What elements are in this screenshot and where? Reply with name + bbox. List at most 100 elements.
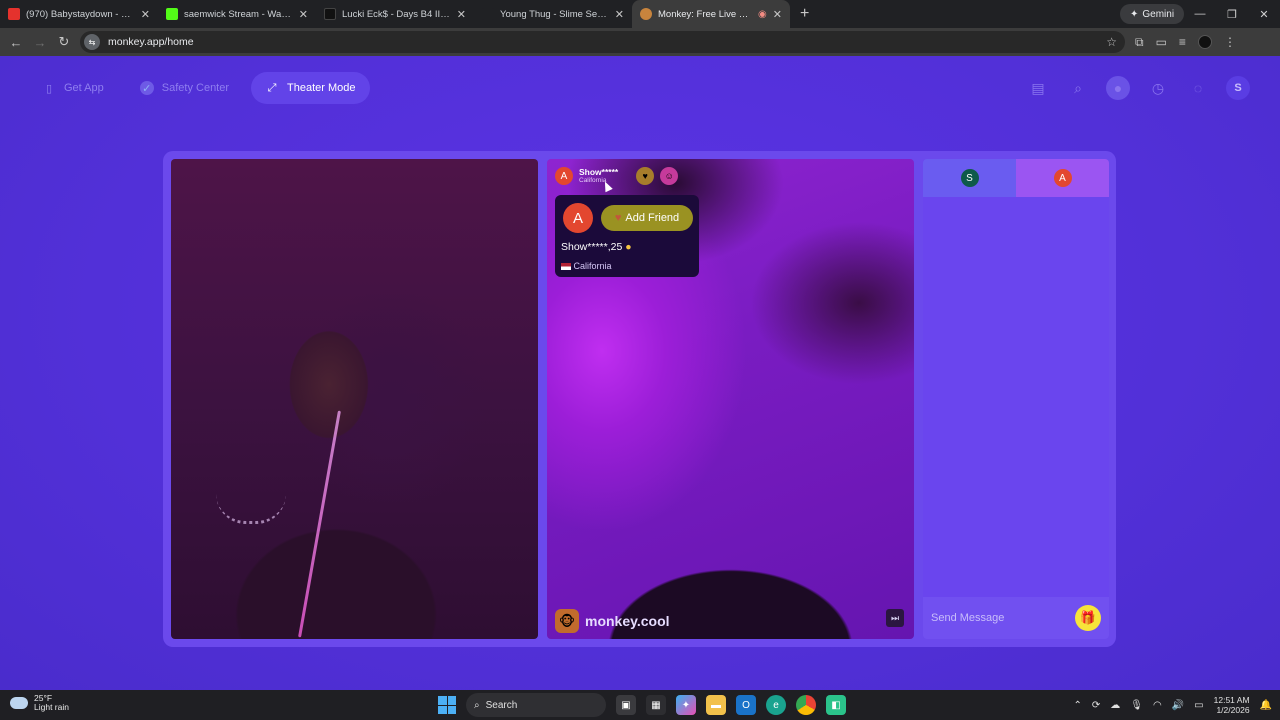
partner-name-age: Show*****,25 ● xyxy=(561,241,632,253)
shield-icon: ✓ xyxy=(139,81,154,95)
history-icon[interactable]: ◷ xyxy=(1146,76,1170,100)
battery-icon[interactable]: ▭ xyxy=(1194,700,1203,711)
user-icon[interactable]: ● xyxy=(1106,76,1130,100)
close-tab-icon[interactable]: ✕ xyxy=(141,8,150,21)
bookmark-star-icon[interactable]: ☆ xyxy=(1106,35,1117,49)
monkey-badge-icon[interactable]: ☺ xyxy=(660,167,679,185)
site-info-icon[interactable]: ⇆ xyxy=(84,34,100,50)
site-icon xyxy=(482,8,494,20)
monkey-icon xyxy=(640,8,652,20)
app-icon[interactable]: ◧ xyxy=(826,695,846,715)
kick-icon xyxy=(166,8,178,20)
close-tab-icon[interactable]: ✕ xyxy=(457,8,466,21)
edge-icon[interactable]: e xyxy=(766,695,786,715)
forward-icon[interactable]: → xyxy=(28,35,52,50)
system-tray: ⌃ ⟳ ☁ 🎙 ◠ 🔊 ▭ 12:51 AM 1/2/2026 🔔 xyxy=(1074,690,1273,720)
copilot-icon[interactable]: ✦ xyxy=(676,695,696,715)
menu-kebab-icon[interactable]: ⋮ xyxy=(1224,35,1236,49)
tab-title: Lucki Eck$ - Days B4 III on Emp xyxy=(342,8,451,20)
next-match-button[interactable]: ⏭ xyxy=(886,609,904,627)
partner-header[interactable]: A Show***** California ♥ ☺ xyxy=(555,167,679,185)
cast-icon[interactable]: ▭ xyxy=(1156,35,1167,49)
url-text: monkey.app/home xyxy=(108,36,194,48)
browser-toolbar-right: ⧉ ▭ ≡ ⋮ xyxy=(1135,28,1236,56)
taskbar-search[interactable]: ⌕ Search xyxy=(466,693,606,717)
store-icon[interactable]: ▦ xyxy=(646,695,666,715)
partner-avatar-small[interactable]: A xyxy=(555,167,573,185)
microphone-icon[interactable]: 🎙 xyxy=(1130,700,1143,711)
shop-icon[interactable]: ▤ xyxy=(1026,76,1050,100)
back-icon[interactable]: ← xyxy=(4,35,28,50)
search-icon[interactable]: ⌕ xyxy=(1066,76,1090,100)
weather-widget[interactable]: 25°F Light rain xyxy=(10,693,69,713)
brand-watermark: 🐵 monkey.cool xyxy=(555,609,670,633)
chat-tabs: S A xyxy=(923,159,1109,197)
outlook-icon[interactable]: O xyxy=(736,695,756,715)
browser-tab-1[interactable]: (970) Babystaydown - G Lock ( ✕ xyxy=(0,0,158,28)
add-friend-button[interactable]: ♥ Add Friend xyxy=(601,205,693,231)
expand-icon: ⤢ xyxy=(267,81,277,94)
wifi-icon[interactable]: ◠ xyxy=(1153,700,1162,711)
partner-avatar-large[interactable]: A xyxy=(563,203,593,233)
clock[interactable]: 12:51 AM 1/2/2026 xyxy=(1214,695,1250,715)
chat-tab-self[interactable]: S xyxy=(923,159,1016,197)
partner-profile-card: A ♥ Add Friend Show*****,25 ● California xyxy=(555,195,699,277)
monkey-app-page: ▯ Get App ✓ Safety Center ⤢ Theater Mode… xyxy=(0,56,1280,690)
youtube-icon xyxy=(8,8,20,20)
partner-chat-avatar: A xyxy=(1053,169,1072,187)
heart-icon: ♥ xyxy=(614,212,622,224)
top-nav: ▯ Get App ✓ Safety Center ⤢ Theater Mode xyxy=(28,72,370,104)
close-window-icon[interactable]: ✕ xyxy=(1248,0,1280,28)
close-tab-icon[interactable]: ✕ xyxy=(615,8,624,21)
earphone-cable xyxy=(298,410,341,638)
browser-tab-3[interactable]: Lucki Eck$ - Days B4 III on Emp ✕ xyxy=(316,0,474,28)
partner-name-age-text: Show*****,25 xyxy=(561,241,623,253)
partner-location-text: California xyxy=(573,261,612,271)
volume-icon[interactable]: 🔊 xyxy=(1172,700,1184,711)
monkey-logo-icon: 🐵 xyxy=(555,609,579,633)
close-tab-icon[interactable]: ✕ xyxy=(299,8,308,21)
media-controls-icon[interactable]: ≡ xyxy=(1179,35,1186,49)
time: 12:51 AM xyxy=(1213,694,1250,705)
extensions-icon[interactable]: ⧉ xyxy=(1135,35,1144,50)
heart-badge-icon[interactable]: ♥ xyxy=(636,167,655,185)
new-tab-icon[interactable]: + xyxy=(800,5,809,23)
url-field[interactable]: ⇆ monkey.app/home ☆ xyxy=(80,31,1125,53)
partner-name-block: Show***** California xyxy=(579,167,618,185)
chrome-icon[interactable] xyxy=(796,695,816,715)
chevron-up-icon[interactable]: ⌃ xyxy=(1074,700,1082,711)
profile-avatar[interactable] xyxy=(1197,35,1212,49)
browser-tab-5-active[interactable]: Monkey: Free Live Video Ch ◉ ✕ xyxy=(632,0,790,28)
tab-title: Young Thug - Slime Season - L xyxy=(500,8,609,20)
minimize-icon[interactable]: — xyxy=(1184,0,1216,28)
task-view-icon[interactable]: ▣ xyxy=(616,695,636,715)
file-explorer-icon[interactable]: ▬ xyxy=(706,695,726,715)
chat-tab-partner[interactable]: A xyxy=(1016,159,1109,197)
chat-bubble-icon[interactable]: ◌ xyxy=(1186,76,1210,100)
notification-icon[interactable]: 🔔 xyxy=(1260,700,1272,711)
browser-tab-bar: (970) Babystaydown - G Lock ( ✕ saemwick… xyxy=(0,0,1280,28)
gemini-button[interactable]: ✦ Gemini xyxy=(1120,4,1185,24)
browser-tab-4[interactable]: Young Thug - Slime Season - L ✕ xyxy=(474,0,632,28)
restore-icon[interactable]: ❐ xyxy=(1216,0,1248,28)
self-chat-avatar: S xyxy=(960,169,979,187)
reload-icon[interactable]: ↻ xyxy=(52,34,76,50)
user-avatar[interactable]: S xyxy=(1226,76,1250,100)
cloud-icon[interactable]: ☁ xyxy=(1110,700,1120,711)
safety-center-label: Safety Center xyxy=(161,82,230,94)
windows-start-icon[interactable] xyxy=(438,696,456,714)
theater-mode-label: Theater Mode xyxy=(287,82,356,94)
close-tab-icon[interactable]: ✕ xyxy=(773,8,782,21)
get-app-button[interactable]: ▯ Get App xyxy=(28,72,118,104)
gift-icon[interactable]: 🎁 xyxy=(1075,605,1101,631)
send-message-placeholder: Send Message xyxy=(931,612,1005,624)
windows-taskbar: 25°F Light rain ⌕ Search ▣ ▦ ✦ ▬ O e ◧ ⌃… xyxy=(0,690,1280,720)
necklace xyxy=(216,494,286,524)
recording-icon: ◉ xyxy=(758,8,767,20)
browser-tab-2[interactable]: saemwick Stream - Watch Live ✕ xyxy=(158,0,316,28)
theater-mode-button[interactable]: ⤢ Theater Mode xyxy=(251,72,370,104)
weather-condition: Light rain xyxy=(34,702,69,713)
send-message-input[interactable]: Send Message 🎁 xyxy=(923,597,1109,639)
sync-icon[interactable]: ⟳ xyxy=(1092,700,1100,711)
safety-center-button[interactable]: ✓ Safety Center xyxy=(126,72,243,104)
